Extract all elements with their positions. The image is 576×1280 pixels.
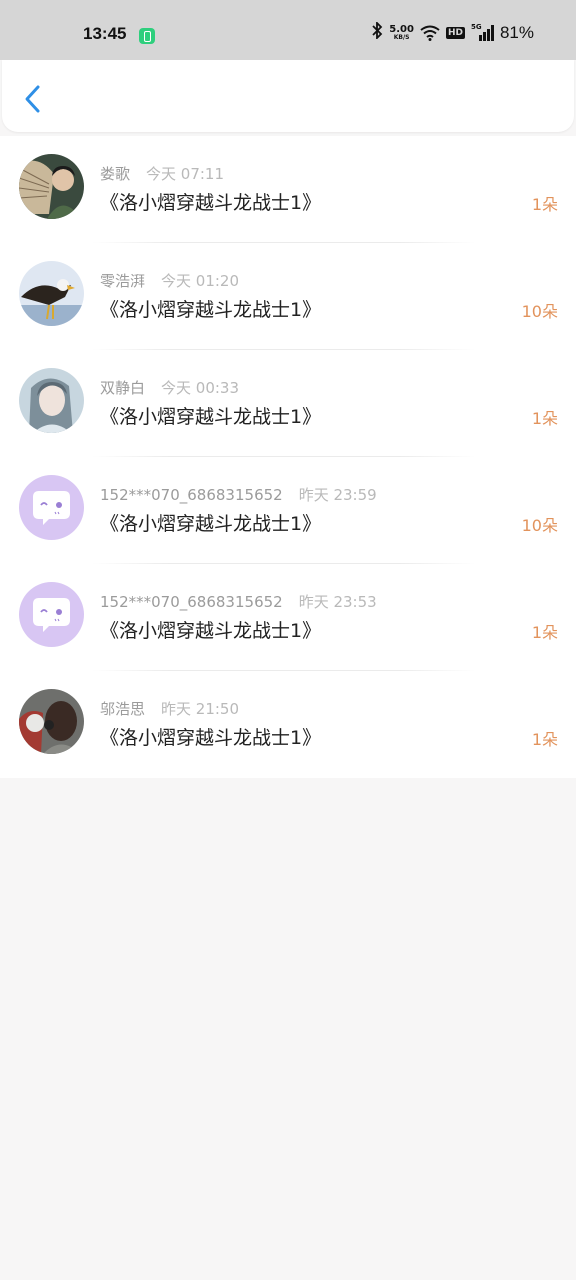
book-title: 《洛小熠穿越斗龙战士1》 bbox=[100, 406, 322, 428]
sender-info: 邬浩思 昨天 21:50 bbox=[100, 698, 239, 719]
battery-level: 81% bbox=[499, 22, 534, 42]
sender-info: 娄歌 今天 07:11 bbox=[100, 163, 224, 184]
status-indicators: 5.00 KB/S HD 5G 81% bbox=[371, 20, 534, 43]
sender-info: 152***070_6868315652 昨天 23:59 bbox=[100, 484, 377, 505]
send-time: 昨天 21:50 bbox=[161, 700, 240, 718]
book-title: 《洛小熠穿越斗龙战士1》 bbox=[100, 299, 322, 321]
sender-name: 152***070_6868315652 bbox=[100, 486, 283, 504]
chat-bubble-icon bbox=[19, 582, 84, 647]
avatar bbox=[19, 582, 84, 647]
flower-count: 1朵 bbox=[531, 195, 558, 214]
send-time: 今天 07:11 bbox=[146, 165, 225, 183]
sender-info: 零浩湃 今天 01:20 bbox=[100, 270, 239, 291]
sender-name: 零浩湃 bbox=[100, 272, 146, 290]
avatar bbox=[19, 368, 84, 433]
sender-name: 152***070_6868315652 bbox=[100, 593, 283, 611]
network-speed-unit: KB/S bbox=[393, 33, 410, 41]
sender-info: 双静白 今天 00:33 bbox=[100, 377, 239, 398]
chevron-left-icon bbox=[25, 85, 40, 113]
signal-icon: 5G bbox=[470, 22, 494, 41]
list-item[interactable]: 娄歌 今天 07:11 《洛小熠穿越斗龙战士1》 1朵 bbox=[0, 136, 576, 243]
sender-name: 邬浩思 bbox=[100, 700, 146, 718]
book-title: 《洛小熠穿越斗龙战士1》 bbox=[100, 727, 322, 749]
send-time: 今天 01:20 bbox=[161, 272, 240, 290]
back-button[interactable] bbox=[20, 82, 46, 116]
send-time: 昨天 23:53 bbox=[298, 593, 377, 611]
flower-count: 10朵 bbox=[521, 302, 558, 321]
flower-count: 1朵 bbox=[531, 409, 558, 428]
send-time: 昨天 23:59 bbox=[298, 486, 377, 504]
wifi-icon bbox=[420, 25, 440, 41]
signal-type-label: 5G bbox=[470, 22, 482, 31]
list-item[interactable]: 双静白 今天 00:33 《洛小熠穿越斗龙战士1》 1朵 bbox=[0, 350, 576, 457]
list-item[interactable]: 152***070_6868315652 昨天 23:59 《洛小熠穿越斗龙战士1… bbox=[0, 457, 576, 564]
avatar bbox=[19, 261, 84, 326]
book-title: 《洛小熠穿越斗龙战士1》 bbox=[100, 192, 322, 214]
bluetooth-icon bbox=[371, 20, 383, 43]
gift-record-list: 娄歌 今天 07:11 《洛小熠穿越斗龙战士1》 1朵 零浩湃 今天 01:20 《… bbox=[0, 136, 576, 778]
sender-info: 152***070_6868315652 昨天 23:53 bbox=[100, 591, 377, 612]
hd-badge: HD bbox=[445, 26, 465, 39]
avatar bbox=[19, 475, 84, 540]
sender-name: 双静白 bbox=[100, 379, 146, 397]
flower-count: 1朵 bbox=[531, 730, 558, 749]
list-item[interactable]: 邬浩思 昨天 21:50 《洛小熠穿越斗龙战士1》 1朵 bbox=[0, 671, 576, 778]
list-item[interactable]: 152***070_6868315652 昨天 23:53 《洛小熠穿越斗龙战士1… bbox=[0, 564, 576, 671]
chat-bubble-icon bbox=[19, 475, 84, 540]
send-time: 今天 00:33 bbox=[161, 379, 240, 397]
flower-count: 1朵 bbox=[531, 623, 558, 642]
top-navigation-bar bbox=[2, 60, 574, 132]
sender-name: 娄歌 bbox=[100, 165, 131, 183]
status-time: 13:45 bbox=[83, 24, 127, 43]
avatar bbox=[19, 154, 84, 219]
avatar bbox=[19, 689, 84, 754]
book-title: 《洛小熠穿越斗龙战士1》 bbox=[100, 513, 322, 535]
network-speed: 5.00 KB/S bbox=[389, 23, 414, 41]
app-notification-icon bbox=[139, 28, 155, 44]
flower-count: 10朵 bbox=[521, 516, 558, 535]
network-speed-value: 5.00 bbox=[389, 23, 414, 35]
status-bar: 13:45 5.00 KB/S HD 5G 81% bbox=[0, 0, 576, 60]
book-title: 《洛小熠穿越斗龙战士1》 bbox=[100, 620, 322, 642]
list-item[interactable]: 零浩湃 今天 01:20 《洛小熠穿越斗龙战士1》 10朵 bbox=[0, 243, 576, 350]
